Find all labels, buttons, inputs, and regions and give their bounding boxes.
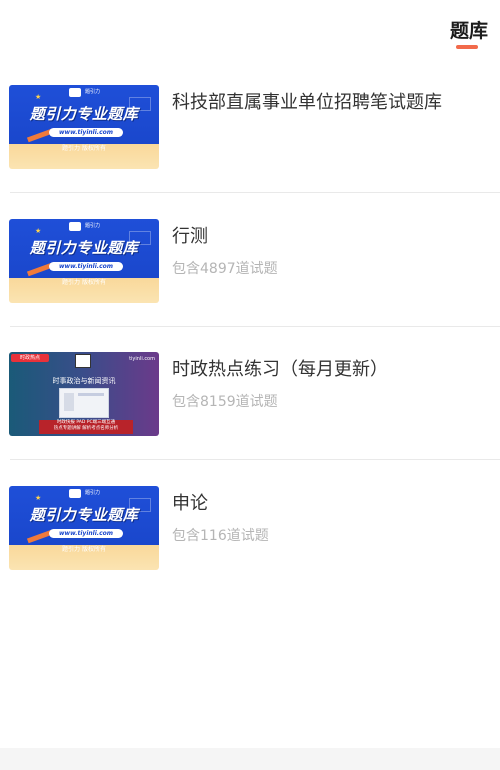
bottom-strip [0, 748, 500, 770]
news-headline: 时事政治与新闻资讯 [52, 377, 116, 385]
bank-title: 科技部直属事业单位招聘笔试题库 [172, 92, 442, 113]
promo-headline: 题引力专业题库 [29, 239, 139, 257]
tab-active-indicator [456, 45, 478, 49]
bank-question-count: 包含116道试题 [172, 528, 269, 544]
screen-mockup-icon [59, 388, 109, 418]
bank-title: 申论 [172, 493, 208, 514]
promo-headline: 题引力专业题库 [29, 506, 139, 524]
news-bottom-bar: 时政快报 PAD PC端三端互通 热点专题讲解 解析考点名师分析 [39, 420, 133, 434]
promo-url: www.tiyinli.com [49, 262, 123, 271]
bank-thumbnail: 题引力 ★ 题引力专业题库 www.tiyinli.com 题引力 版权所有 [9, 486, 159, 570]
star-icon: ★ [35, 93, 42, 101]
promo-url: www.tiyinli.com [49, 529, 123, 538]
bank-thumbnail: 题引力 ★ 题引力专业题库 www.tiyinli.com 题引力 版权所有 [9, 219, 159, 303]
brand-logo-text: 题引力 [85, 223, 101, 229]
promo-banner: 题引力 ★ 题引力专业题库 www.tiyinli.com 题引力 版权所有 [9, 85, 159, 169]
brand-logo-icon [69, 489, 81, 498]
bank-question-count: 包含4897道试题 [172, 261, 278, 277]
promo-headline: 题引力专业题库 [29, 105, 139, 123]
brand-logo-icon [69, 222, 81, 231]
bank-item-2[interactable]: 题引力 ★ 题引力专业题库 www.tiyinli.com 题引力 版权所有 行… [0, 194, 500, 327]
promo-banner: 题引力 ★ 题引力专业题库 www.tiyinli.com 题引力 版权所有 [9, 486, 159, 570]
tab-header: 题库 [380, 0, 500, 60]
bank-title: 行测 [172, 226, 208, 247]
news-badge: 时政热点 [11, 354, 49, 362]
bank-item-1[interactable]: 题引力 ★ 题引力专业题库 www.tiyinli.com 题引力 版权所有 科… [0, 60, 500, 193]
promo-url: www.tiyinli.com [49, 128, 123, 137]
news-banner: 时政热点 tiyinli.com 时事政治与新闻资讯 时政快报 PAD PC端三… [9, 352, 159, 436]
star-icon: ★ [35, 494, 42, 502]
divider [10, 459, 500, 460]
bank-question-count: 包含8159道试题 [172, 394, 278, 410]
news-bottom-line2: 热点专题讲解 解析考点名师分析 [53, 426, 119, 431]
news-site: tiyinli.com [129, 356, 155, 362]
bank-item-3[interactable]: 时政热点 tiyinli.com 时事政治与新闻资讯 时政快报 PAD PC端三… [0, 327, 500, 460]
bank-thumbnail: 题引力 ★ 题引力专业题库 www.tiyinli.com 题引力 版权所有 [9, 85, 159, 169]
promo-footer: 题引力 版权所有 [62, 546, 106, 553]
promo-banner: 题引力 ★ 题引力专业题库 www.tiyinli.com 题引力 版权所有 [9, 219, 159, 303]
divider [10, 192, 500, 193]
promo-footer: 题引力 版权所有 [62, 145, 106, 152]
brand-logo-icon [69, 88, 81, 97]
bank-title: 时政热点练习（每月更新） [172, 359, 388, 380]
brand-logo-text: 题引力 [85, 89, 101, 95]
star-icon: ★ [35, 227, 42, 235]
promo-footer: 题引力 版权所有 [62, 279, 106, 286]
brand-logo-text: 题引力 [85, 490, 101, 496]
qr-code-icon [75, 354, 91, 368]
tab-question-bank[interactable]: 题库 [450, 16, 488, 43]
bank-thumbnail: 时政热点 tiyinli.com 时事政治与新闻资讯 时政快报 PAD PC端三… [9, 352, 159, 436]
bank-item-4[interactable]: 题引力 ★ 题引力专业题库 www.tiyinli.com 题引力 版权所有 申… [0, 461, 500, 594]
